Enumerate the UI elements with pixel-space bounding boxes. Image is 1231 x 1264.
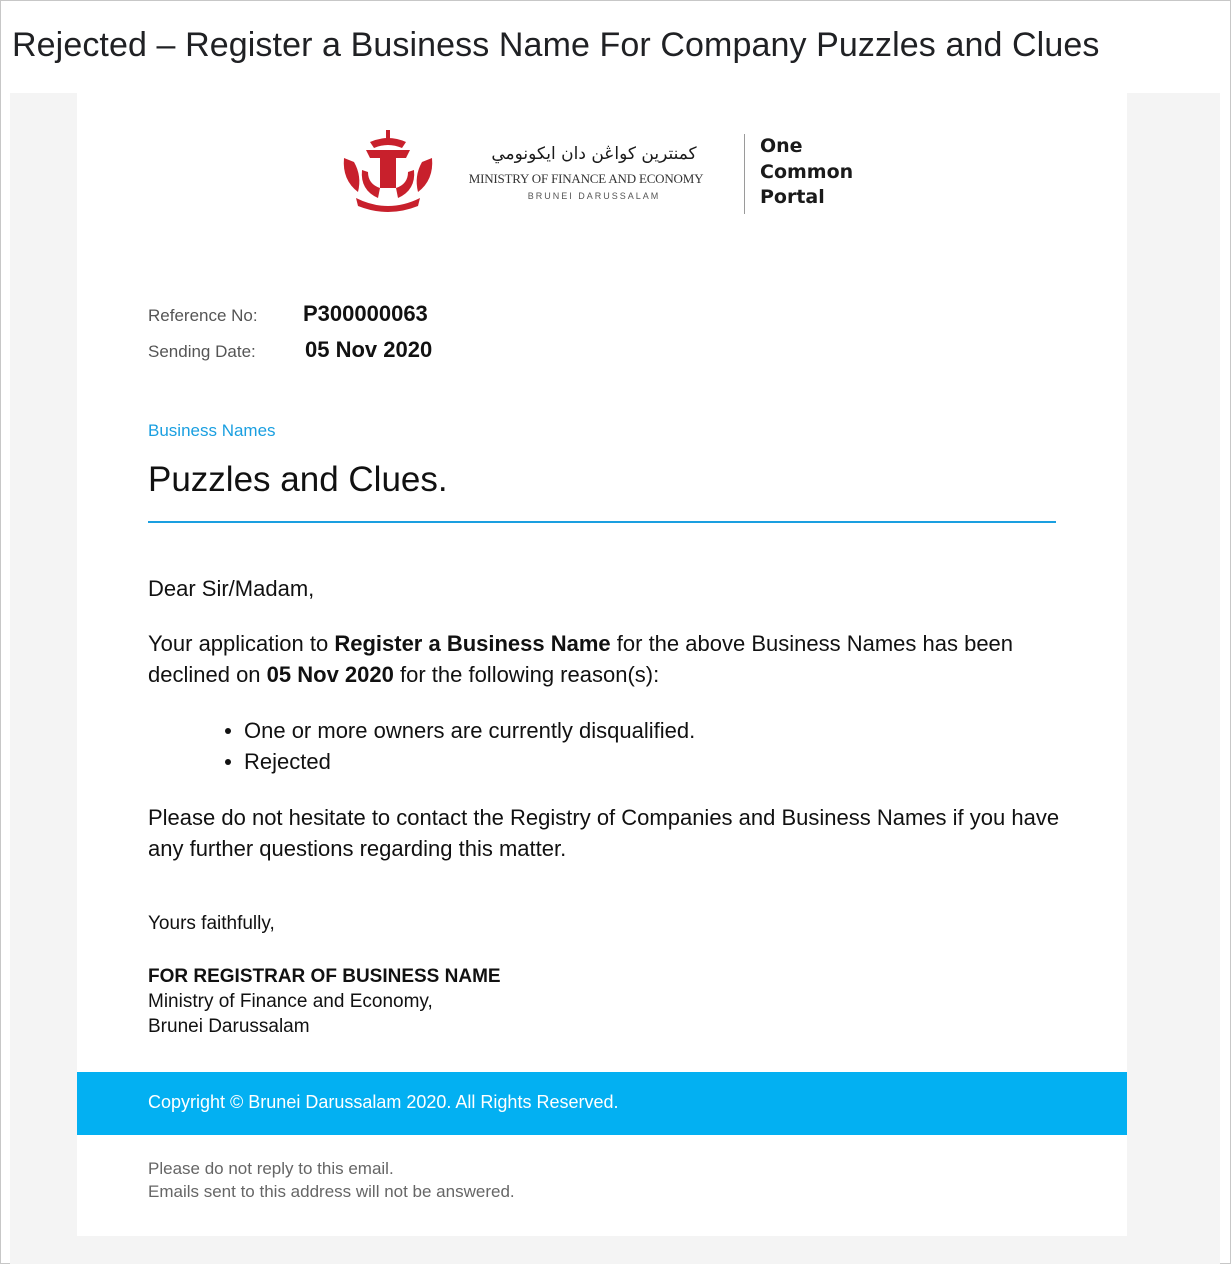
signature-title: FOR REGISTRAR OF BUSINESS NAME bbox=[148, 966, 501, 987]
reasons-list: One or more owners are currently disqual… bbox=[224, 715, 695, 777]
business-name-title: Puzzles and Clues. bbox=[148, 460, 448, 499]
portal-name: One Common Portal bbox=[760, 134, 853, 211]
contact-paragraph: Please do not hesitate to contact the Re… bbox=[148, 805, 1060, 861]
sending-date-label: Sending Date: bbox=[148, 342, 256, 361]
no-reply-line-1: Please do not reply to this email. bbox=[148, 1159, 394, 1178]
signature-line-2: Brunei Darussalam bbox=[148, 1016, 310, 1037]
logo-divider bbox=[744, 134, 745, 214]
title-divider bbox=[148, 521, 1056, 523]
list-item: Rejected bbox=[224, 746, 695, 777]
signature-line-1: Ministry of Finance and Economy, bbox=[148, 991, 433, 1012]
sending-date-value: 05 Nov 2020 bbox=[305, 337, 433, 362]
brunei-crest-icon bbox=[343, 130, 433, 212]
closing: Yours faithfully, bbox=[148, 913, 275, 934]
ministry-name-english: MINISTRY OF FINANCE AND ECONOMY bbox=[468, 171, 704, 186]
portal-line-1: One bbox=[760, 135, 803, 157]
ministry-name-arabic: كمنترين كواڠن دان ايكونومي bbox=[491, 144, 697, 164]
list-item: One or more owners are currently disqual… bbox=[224, 715, 695, 746]
para1-text-e: for the following reason(s): bbox=[393, 662, 660, 687]
ministry-logo: كمنترين كواڠن دان ايكونومي MINISTRY OF F… bbox=[340, 128, 860, 218]
portal-line-2: Common bbox=[760, 160, 854, 183]
rejection-paragraph: Your application to Register a Business … bbox=[148, 628, 1068, 690]
signature-block: FOR REGISTRAR OF BUSINESS NAME Ministry … bbox=[148, 964, 501, 1039]
copyright-text: Copyright © Brunei Darussalam 2020. All … bbox=[148, 1092, 619, 1112]
para1-decline-date: 05 Nov 2020 bbox=[266, 662, 394, 687]
no-reply-line-2: Emails sent to this address will not be … bbox=[148, 1182, 515, 1201]
greeting: Dear Sir/Madam, bbox=[148, 576, 315, 601]
ministry-country: BRUNEI DARUSSALAM bbox=[527, 191, 661, 201]
portal-line-3: Portal bbox=[760, 186, 825, 208]
reference-label: Reference No: bbox=[148, 306, 258, 325]
para1-service-name: Register a Business Name bbox=[334, 631, 611, 656]
no-reply-notice: Please do not reply to this email. Email… bbox=[148, 1157, 515, 1203]
section-tag: Business Names bbox=[148, 421, 276, 440]
reference-value: P300000063 bbox=[303, 301, 428, 326]
email-subject: Rejected – Register a Business Name For … bbox=[12, 26, 1100, 64]
para1-text-a: Your application to bbox=[148, 631, 335, 656]
